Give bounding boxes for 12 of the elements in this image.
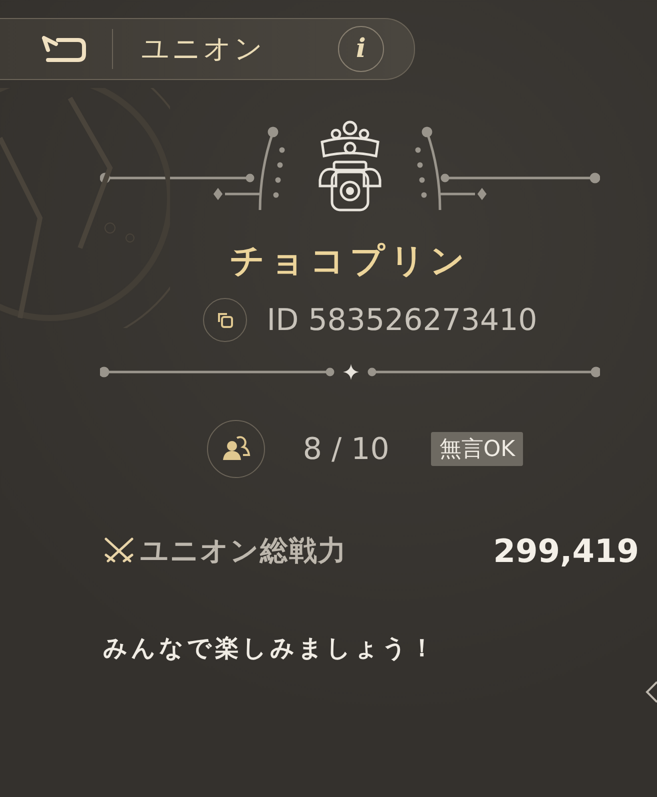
union-motto: みんなで楽しみましょう！: [103, 633, 438, 664]
copy-button[interactable]: [202, 298, 247, 342]
tag-label: 無言OK: [431, 432, 524, 466]
copy-icon: [216, 311, 234, 329]
info-button[interactable]: i: [338, 26, 384, 72]
page-title: ユニオン: [141, 31, 266, 67]
power-label: ユニオン総戦力: [140, 533, 348, 569]
union-id: ID 583526273410: [266, 302, 538, 338]
union-name: チョコプリン: [230, 240, 470, 283]
power-value: 299,419: [493, 532, 639, 570]
caret-icon[interactable]: [645, 680, 657, 704]
member-count: 8 / 10: [302, 432, 390, 466]
